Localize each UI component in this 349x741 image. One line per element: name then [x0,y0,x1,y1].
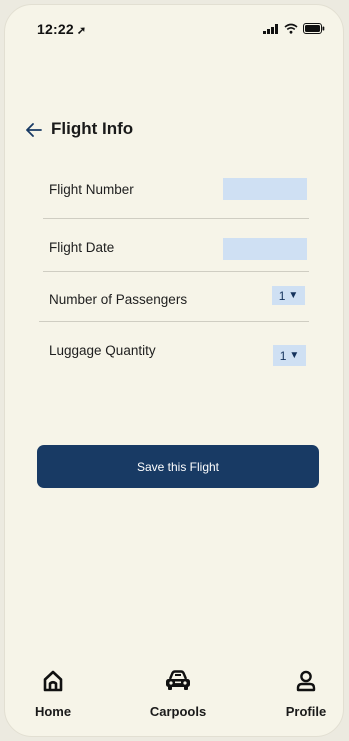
luggage-label: Luggage Quantity [49,343,156,358]
flight-number-row: Flight Number [39,173,311,219]
nav-carpools[interactable]: Carpools [143,669,213,719]
divider [43,218,309,219]
home-icon [43,670,63,692]
status-bar: 12:22 ➚ [5,5,343,45]
nav-home[interactable]: Home [31,669,75,719]
status-time: 12:22 ➚ [37,21,87,37]
page-title: Flight Info [51,119,134,138]
cellular-signal-icon [263,23,278,34]
caret-down-icon: ▼ [288,290,299,301]
nav-home-label: Home [34,704,72,719]
passengers-row: Number of Passengers 1 ▼ [39,283,311,323]
passengers-value: 1 [278,288,286,303]
luggage-value: 1 [279,348,287,363]
save-flight-button[interactable]: Save this Flight [37,445,319,488]
caret-down-icon: ▼ [289,350,300,361]
location-arrow-icon: ➚ [76,25,87,37]
nav-profile[interactable]: Profile [281,669,331,719]
flight-number-label: Flight Number [49,182,134,197]
passengers-dropdown[interactable]: 1 ▼ [272,286,305,305]
page-header: Flight Info [5,117,343,147]
nav-profile-label: Profile [285,704,327,719]
flight-date-label: Flight Date [49,240,115,255]
divider [39,321,309,322]
battery-icon [303,23,325,34]
passengers-label: Number of Passengers [49,292,188,307]
luggage-row: Luggage Quantity 1 ▼ [39,337,311,377]
car-icon [166,670,190,690]
flight-date-row: Flight Date [39,231,311,273]
wifi-icon [284,23,298,34]
bottom-navigation: Home Carpools Profile [5,669,343,736]
status-icons [263,23,325,34]
luggage-dropdown[interactable]: 1 ▼ [273,345,306,366]
flight-date-input[interactable] [223,238,307,260]
nav-carpools-label: Carpools [149,704,207,719]
phone-screen: 12:22 ➚ Flight Info Flight Number Flight… [4,4,344,737]
user-icon [296,670,316,692]
arrow-left-icon[interactable] [23,119,45,141]
flight-number-input[interactable] [223,178,307,200]
divider [43,271,309,272]
